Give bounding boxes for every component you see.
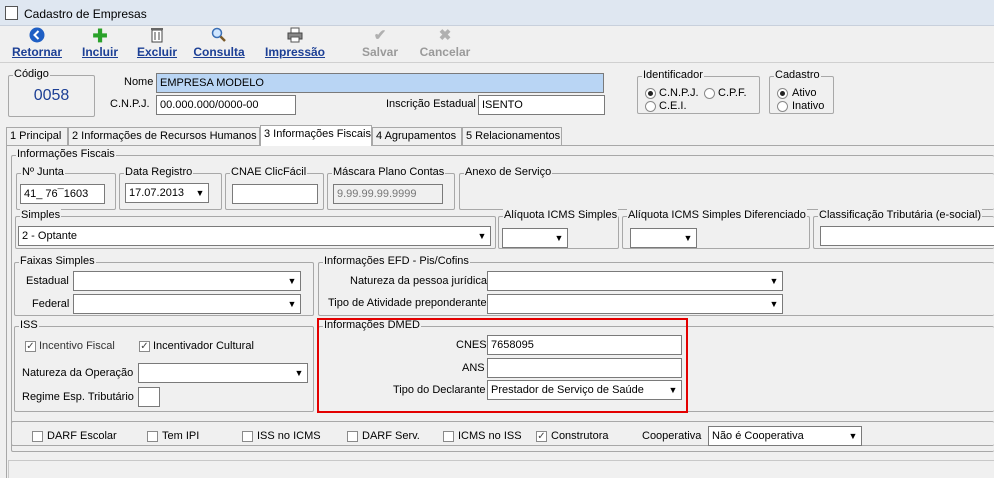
highlight-box	[317, 318, 688, 413]
simples-group: Simples 2 - Optante ▼	[15, 209, 496, 249]
anexo-servico-group: Anexo de Serviço	[459, 166, 994, 210]
federal-select[interactable]: ▼	[73, 294, 301, 314]
aliquota-icms-group: Alíquota ICMS Simples ▼	[498, 209, 619, 249]
flags-group: DARF Escolar Tem IPI ISS no ICMS DARF Se…	[11, 421, 994, 452]
tipo-atividade-select[interactable]: ▼	[487, 294, 783, 314]
incluir-button[interactable]: ✚ Incluir	[78, 27, 122, 63]
junta-group: Nº Junta 41_ 76¯1603	[16, 166, 116, 210]
cancelar-button[interactable]: ✖ Cancelar	[416, 27, 474, 63]
title-bar: Cadastro de Empresas	[0, 0, 994, 26]
classificacao-tributaria-group: Classificação Tributária (e-social)	[813, 209, 994, 249]
status-strip	[8, 460, 994, 478]
faixas-simples-group: Faixas Simples Estadual ▼ Federal ▼	[14, 255, 314, 316]
cooperativa-select[interactable]: Não é Cooperativa ▼	[708, 426, 862, 446]
codigo-value: 0058	[33, 87, 70, 104]
natureza-operacao-select[interactable]: ▼	[138, 363, 308, 383]
chevron-down-icon: ▼	[474, 227, 490, 245]
cnae-group: CNAE ClicFácil	[225, 166, 324, 210]
natureza-pessoa-juridica-select[interactable]: ▼	[487, 271, 783, 291]
incentivador-cultural-checkbox[interactable]: ✓	[139, 341, 150, 352]
radio-ativo[interactable]	[777, 88, 788, 99]
search-icon	[192, 27, 246, 45]
chevron-down-icon: ▼	[284, 272, 300, 290]
cancel-x-icon: ✖	[438, 27, 452, 44]
check-icon: ✔	[373, 27, 387, 44]
construtora-checkbox[interactable]: ✓	[536, 431, 547, 442]
iss-no-icms-checkbox[interactable]	[242, 431, 253, 442]
simples-select[interactable]: 2 - Optante ▼	[18, 226, 491, 246]
aliquota-icms-diferenciado-select[interactable]: ▼	[630, 228, 697, 248]
cnpj-label: C.N.P.J.	[110, 98, 150, 110]
incentivo-fiscal-checkbox[interactable]: ✓	[25, 341, 36, 352]
junta-field[interactable]: 41_ 76¯1603	[20, 184, 105, 204]
nome-label: Nome	[124, 76, 154, 88]
printer-icon	[260, 27, 330, 45]
salvar-button[interactable]: ✔ Salvar	[356, 27, 404, 63]
excluir-button[interactable]: Excluir	[134, 27, 180, 63]
toolbar: Retornar ✚ Incluir Excluir Consulta Impr…	[0, 27, 994, 63]
darf-escolar-checkbox[interactable]	[32, 431, 43, 442]
aliquota-icms-select[interactable]: ▼	[502, 228, 568, 248]
regime-tributario-field[interactable]	[138, 387, 160, 407]
codigo-group: Código 0058	[8, 68, 95, 117]
mascara-group: Máscara Plano Contas 9.99.99.99.9999	[327, 166, 455, 210]
consulta-button[interactable]: Consulta	[192, 27, 246, 63]
chevron-down-icon: ▼	[291, 364, 307, 382]
darf-serv-checkbox[interactable]	[347, 431, 358, 442]
inscricao-estadual-field[interactable]: ISENTO	[478, 95, 605, 115]
inscricao-estadual-label: Inscrição Estadual	[386, 98, 476, 110]
data-registro-picker[interactable]: 17.07.2013 ▼	[125, 183, 209, 203]
window-icon	[5, 6, 18, 20]
retornar-button[interactable]: Retornar	[6, 27, 68, 63]
radio-cei[interactable]	[645, 101, 656, 112]
tab-informacoes-fiscais[interactable]: 3 Informações Fiscais	[260, 125, 372, 146]
chevron-down-icon: ▼	[284, 295, 300, 313]
chevron-down-icon: ▼	[192, 184, 208, 202]
data-registro-group: Data Registro 17.07.2013 ▼	[119, 166, 222, 210]
chevron-down-icon: ▼	[551, 229, 567, 247]
tab-principal[interactable]: 1 Principal	[6, 127, 68, 145]
mascara-field[interactable]: 9.99.99.99.9999	[333, 184, 443, 204]
plus-icon: ✚	[92, 26, 108, 46]
chevron-down-icon: ▼	[766, 295, 782, 313]
radio-cnpj[interactable]	[645, 88, 656, 99]
chevron-down-icon: ▼	[845, 427, 861, 445]
radio-inativo[interactable]	[777, 101, 788, 112]
window-title: Cadastro de Empresas	[24, 7, 147, 21]
back-arrow-icon	[6, 27, 68, 45]
cnpj-field[interactable]: 00.000.000/0000-00	[156, 95, 296, 115]
tem-ipi-checkbox[interactable]	[147, 431, 158, 442]
nome-field[interactable]: EMPRESA MODELO	[156, 73, 604, 93]
efd-group: Informações EFD - Pis/Cofins Natureza da…	[318, 255, 994, 316]
tab-agrupamentos[interactable]: 4 Agrupamentos	[372, 127, 462, 145]
chevron-down-icon: ▼	[766, 272, 782, 290]
classificacao-tributaria-field[interactable]	[820, 226, 994, 246]
cnae-field[interactable]	[232, 184, 318, 204]
estadual-select[interactable]: ▼	[73, 271, 301, 291]
icms-no-iss-checkbox[interactable]	[443, 431, 454, 442]
aliquota-icms-diferenciado-group: Alíquota ICMS Simples Diferenciado ▼	[622, 209, 810, 249]
iss-group: ISS ✓ Incentivo Fiscal ✓ Incentivador Cu…	[14, 319, 314, 412]
radio-cpf[interactable]	[704, 88, 715, 99]
cadastro-group: Cadastro Ativo Inativo	[769, 69, 834, 114]
chevron-down-icon: ▼	[680, 229, 696, 247]
tab-relacionamentos[interactable]: 5 Relacionamentos	[462, 127, 562, 145]
identificador-group: Identificador C.N.P.J. C.P.F. C.E.I.	[637, 69, 760, 114]
tab-recursos-humanos[interactable]: 2 Informações de Recursos Humanos	[68, 127, 260, 145]
impressao-button[interactable]: Impressão	[260, 27, 330, 63]
delete-icon	[134, 27, 180, 45]
